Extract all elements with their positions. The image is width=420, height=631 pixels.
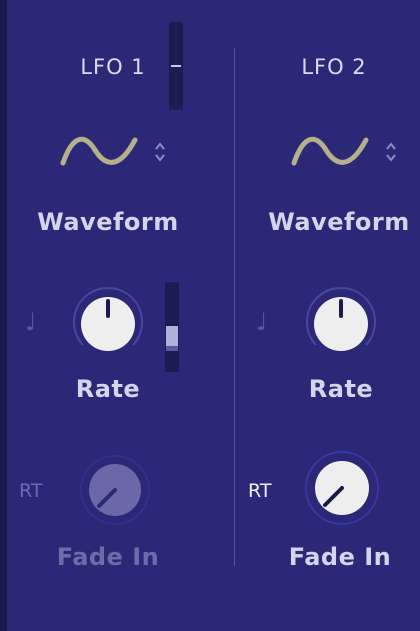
lfo1-top-meter-tick bbox=[171, 65, 181, 67]
lfo2-waveform-label: Waveform bbox=[268, 208, 410, 236]
lfo1-title: LFO 1 bbox=[80, 55, 146, 79]
lfo2-fade-in-label: Fade In bbox=[288, 543, 392, 571]
lfo1-fade-in-label: Fade In bbox=[56, 543, 160, 571]
quarter-note-icon[interactable]: ♩ bbox=[256, 308, 267, 336]
lfo2-rate-label: Rate bbox=[308, 375, 374, 403]
lfo1-waveform-label: Waveform bbox=[37, 208, 179, 236]
lfo-panel: LFO 1 Waveform ♩ Rate RT Fade In LFO 2 W… bbox=[7, 0, 420, 631]
lfo1-rate-label: Rate bbox=[75, 375, 141, 403]
lfo2-rt-label[interactable]: RT bbox=[248, 480, 271, 502]
lfo2-title: LFO 2 bbox=[301, 55, 367, 79]
lfo2-fade-in-knob[interactable] bbox=[302, 448, 382, 528]
lfo1-rt-label[interactable]: RT bbox=[19, 480, 42, 502]
sine-wave-icon[interactable] bbox=[59, 130, 141, 172]
sine-wave-icon[interactable] bbox=[290, 130, 372, 172]
lfo1-fade-in-knob[interactable] bbox=[77, 452, 153, 528]
lfo1-rate-knob[interactable] bbox=[67, 283, 149, 365]
lfo2-rate-knob[interactable] bbox=[300, 283, 382, 365]
up-down-arrows-icon[interactable] bbox=[153, 141, 167, 163]
lfo1-rate-meter[interactable] bbox=[165, 282, 179, 372]
up-down-arrows-icon[interactable] bbox=[384, 141, 398, 163]
lfo1-rate-meter-base bbox=[166, 346, 178, 351]
quarter-note-icon[interactable]: ♩ bbox=[25, 308, 36, 336]
lfo1-rate-meter-fill bbox=[166, 326, 178, 346]
lfo1-top-meter[interactable] bbox=[169, 22, 183, 110]
lfo-divider bbox=[234, 48, 235, 566]
